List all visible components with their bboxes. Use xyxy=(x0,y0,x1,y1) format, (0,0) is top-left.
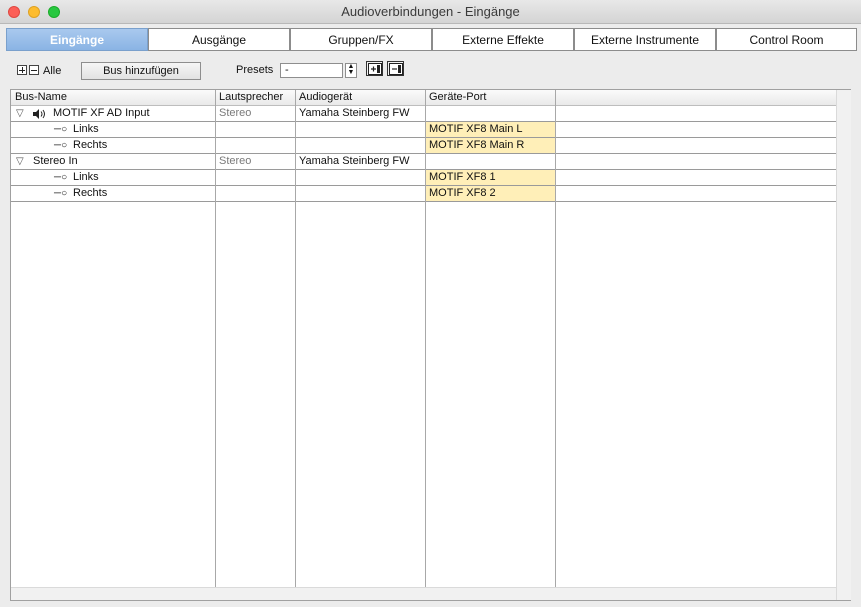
tab-control-room[interactable]: Control Room xyxy=(716,28,857,51)
channel-name: Links xyxy=(73,171,99,183)
presets-select[interactable]: - xyxy=(280,63,343,78)
tab-gruppen-fx[interactable]: Gruppen/FX xyxy=(290,28,432,51)
channel-connector-icon: ─○ xyxy=(54,188,68,199)
speaker-icon xyxy=(33,109,45,119)
table-row[interactable]: ─○ Links MOTIF XF8 Main L xyxy=(11,122,836,138)
speaker-config: Stereo xyxy=(219,155,252,167)
bus-name: Stereo In xyxy=(33,155,78,167)
disclosure-triangle-icon[interactable]: ▽ xyxy=(16,106,24,121)
column-divider[interactable] xyxy=(295,90,296,587)
save-preset-button[interactable] xyxy=(366,61,383,76)
column-divider[interactable] xyxy=(425,90,426,587)
tab-ausgaenge[interactable]: Ausgänge xyxy=(148,28,290,51)
device-port[interactable]: MOTIF XF8 Main R xyxy=(425,138,555,153)
save-preset-icon xyxy=(368,63,382,75)
table-row[interactable]: ─○ Links MOTIF XF8 1 xyxy=(11,170,836,186)
device-port[interactable]: MOTIF XF8 1 xyxy=(425,170,555,185)
tab-externe-instrumente[interactable]: Externe Instrumente xyxy=(574,28,716,51)
audio-device: Yamaha Steinberg FW xyxy=(299,107,410,119)
device-port[interactable]: MOTIF XF8 Main L xyxy=(425,122,555,137)
table-row[interactable]: ▽ Stereo In Stereo Yamaha Steinberg FW xyxy=(11,154,836,170)
table-header: Bus-Name Lautsprecher Audiogerät Geräte-… xyxy=(11,90,836,106)
collapse-all-icon[interactable] xyxy=(29,65,39,75)
speaker-config: Stereo xyxy=(219,107,252,119)
tab-eingaenge[interactable]: Eingänge xyxy=(6,28,148,51)
all-label: Alle xyxy=(43,65,62,77)
audio-device: Yamaha Steinberg FW xyxy=(299,155,410,167)
add-bus-button[interactable]: Bus hinzufügen xyxy=(81,62,201,80)
column-divider[interactable] xyxy=(215,90,216,587)
bus-name: MOTIF XF AD Input xyxy=(53,107,150,119)
table-row[interactable]: ▽ MOTIF XF AD Input Stereo Yamaha Steinb… xyxy=(11,106,836,122)
expand-all-icon[interactable] xyxy=(17,65,27,75)
title-bar: Audioverbindungen - Eingänge xyxy=(0,0,861,24)
table-row[interactable]: ─○ Rechts MOTIF XF8 Main R xyxy=(11,138,836,154)
channel-name: Rechts xyxy=(73,139,108,151)
delete-preset-button[interactable] xyxy=(387,61,404,76)
window-title: Audioverbindungen - Eingänge xyxy=(341,4,520,19)
bus-table: Bus-Name Lautsprecher Audiogerät Geräte-… xyxy=(10,89,851,601)
channel-connector-icon: ─○ xyxy=(54,172,68,183)
channel-name: Rechts xyxy=(73,187,108,199)
presets-label: Presets xyxy=(236,64,274,76)
toolbar: Alle Bus hinzufügen Presets - ▲ ▼ xyxy=(0,58,861,84)
disclosure-triangle-icon[interactable]: ▽ xyxy=(16,154,24,169)
column-header-speaker[interactable]: Lautsprecher xyxy=(215,90,295,106)
expand-collapse-all xyxy=(17,65,39,77)
device-port[interactable]: MOTIF XF8 2 xyxy=(425,186,555,201)
column-header-port[interactable]: Geräte-Port xyxy=(425,90,555,106)
channel-connector-icon: ─○ xyxy=(54,124,68,135)
tab-bar: Eingänge Ausgänge Gruppen/FX Externe Eff… xyxy=(6,28,857,51)
column-header-bus-name[interactable]: Bus-Name xyxy=(11,90,215,106)
table-row[interactable]: ─○ Rechts MOTIF XF8 2 xyxy=(11,186,836,202)
vertical-scrollbar[interactable] xyxy=(836,90,851,600)
tab-externe-effekte[interactable]: Externe Effekte xyxy=(432,28,574,51)
channel-name: Links xyxy=(73,123,99,135)
horizontal-scrollbar[interactable] xyxy=(11,587,836,600)
delete-preset-icon xyxy=(389,63,403,75)
channel-connector-icon: ─○ xyxy=(54,140,68,151)
column-divider[interactable] xyxy=(555,90,556,587)
column-header-device[interactable]: Audiogerät xyxy=(295,90,425,106)
presets-stepper-icon[interactable]: ▲ ▼ xyxy=(345,63,357,78)
